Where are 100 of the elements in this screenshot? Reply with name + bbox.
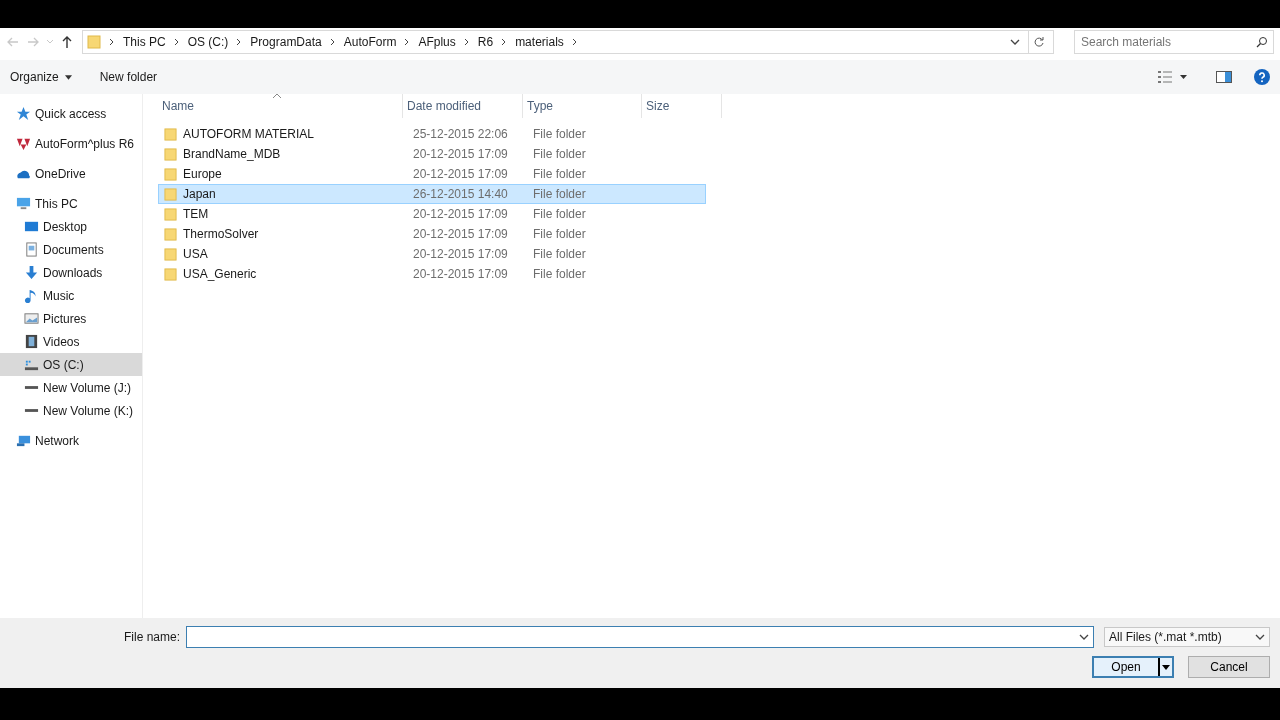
sidebar-item[interactable]: New Volume (K:) <box>0 399 142 422</box>
drive-icon <box>24 385 39 390</box>
file-type: File folder <box>533 207 586 221</box>
file-row[interactable]: ThermoSolver 20-12-2015 17:09 File folder <box>158 224 706 244</box>
file-name: AUTOFORM MATERIAL <box>183 127 314 141</box>
new-folder-button[interactable]: New folder <box>99 70 158 84</box>
file-type: File folder <box>533 147 586 161</box>
file-type: File folder <box>533 187 586 201</box>
file-name: USA_Generic <box>183 267 257 281</box>
breadcrumb[interactable]: OS (C:) <box>187 35 229 49</box>
file-row[interactable]: USA 20-12-2015 17:09 File folder <box>158 244 706 264</box>
sidebar-item[interactable]: Desktop <box>0 215 142 238</box>
help-icon[interactable] <box>1254 69 1270 85</box>
sidebar-item[interactable]: OneDrive <box>0 162 142 185</box>
sidebar-item[interactable]: This PC <box>0 192 142 215</box>
file-row[interactable]: USA_Generic 20-12-2015 17:09 File folder <box>158 264 706 284</box>
pc-icon <box>16 196 31 211</box>
file-name: BrandName_MDB <box>183 147 281 161</box>
dropdown-caret-icon[interactable] <box>1079 633 1089 641</box>
sidebar-item[interactable]: New Volume (J:) <box>0 376 142 399</box>
folder-icon <box>164 247 177 261</box>
dropdown-caret-icon[interactable] <box>1010 38 1020 46</box>
caret-icon <box>64 74 72 80</box>
column-header[interactable]: Date modified <box>403 94 523 118</box>
column-header[interactable]: Name <box>158 94 403 118</box>
sidebar-item[interactable]: Network <box>0 429 142 452</box>
date-modified: 20-12-2015 17:09 <box>413 267 508 281</box>
folder-icon <box>87 35 101 49</box>
sidebar-item[interactable]: Pictures <box>0 307 142 330</box>
file-row[interactable]: TEM 20-12-2015 17:09 File folder <box>158 204 706 224</box>
address-bar[interactable]: This PC OS (C:) ProgramData AutoForm AFplus R6 materials <box>82 30 1054 54</box>
organize-menu[interactable]: Organize <box>10 70 72 84</box>
file-name: Europe <box>183 167 222 181</box>
sidebar-item[interactable]: AutoForm^plus R6 <box>0 132 142 155</box>
sidebar-item[interactable]: Documents <box>0 238 142 261</box>
chevron-icon[interactable] <box>329 38 336 46</box>
file-name-field[interactable] <box>186 626 1094 648</box>
file-row[interactable]: Japan 26-12-2015 14:40 File folder <box>158 184 706 204</box>
file-type: File folder <box>533 247 586 261</box>
pictures-icon <box>24 311 39 326</box>
up-icon[interactable] <box>60 35 74 49</box>
search-field[interactable]: Search materials <box>1074 30 1274 54</box>
chevron-icon[interactable] <box>236 38 243 46</box>
file-type: File folder <box>533 267 586 281</box>
folder-icon <box>164 227 177 241</box>
file-name: Japan <box>183 187 216 201</box>
date-modified: 26-12-2015 14:40 <box>413 187 508 201</box>
sidebar-item[interactable]: Quick access <box>0 102 142 125</box>
sidebar-item[interactable]: Downloads <box>0 261 142 284</box>
file-name: ThermoSolver <box>183 227 259 241</box>
folder-icon <box>164 267 177 281</box>
file-name: USA <box>183 247 208 261</box>
sidebar-item[interactable]: Videos <box>0 330 142 353</box>
star-icon <box>16 106 31 121</box>
drive-icon <box>24 408 39 413</box>
cancel-button[interactable]: Cancel <box>1188 656 1270 678</box>
chevron-icon[interactable] <box>571 38 578 46</box>
date-modified: 20-12-2015 17:09 <box>413 167 508 181</box>
sidebar-item[interactable]: OS (C:) <box>0 353 142 376</box>
breadcrumb[interactable]: ProgramData <box>250 35 322 49</box>
folder-icon <box>164 167 177 181</box>
file-name-label: File name: <box>123 630 180 644</box>
chevron-icon[interactable] <box>404 38 411 46</box>
file-row[interactable]: AUTOFORM MATERIAL 25-12-2015 22:06 File folder <box>158 124 706 144</box>
chevron-icon[interactable] <box>173 38 180 46</box>
breadcrumb[interactable]: R6 <box>477 35 494 49</box>
file-type-dropdown[interactable]: All Files (*.mat *.mtb) <box>1104 627 1270 647</box>
logo-icon <box>16 136 31 151</box>
network-icon <box>16 433 31 448</box>
breadcrumb[interactable]: AutoForm <box>343 35 397 49</box>
file-row[interactable]: BrandName_MDB 20-12-2015 17:09 File folder <box>158 144 706 164</box>
date-modified: 20-12-2015 17:09 <box>413 147 508 161</box>
date-modified: 20-12-2015 17:09 <box>413 207 508 221</box>
search-icon <box>1256 36 1268 48</box>
refresh-icon <box>1033 36 1045 48</box>
chevron-icon[interactable] <box>463 38 470 46</box>
column-header[interactable]: Size <box>642 94 722 118</box>
chevron-icon[interactable] <box>109 38 115 46</box>
file-name: TEM <box>183 207 209 221</box>
open-button[interactable]: Open <box>1092 656 1174 678</box>
file-row[interactable]: Europe 20-12-2015 17:09 File folder <box>158 164 706 184</box>
date-modified: 20-12-2015 17:09 <box>413 227 508 241</box>
file-type: File folder <box>533 167 586 181</box>
preview-pane-icon[interactable] <box>1216 71 1232 83</box>
caret-icon <box>1162 664 1170 670</box>
breadcrumb[interactable]: This PC <box>123 35 166 49</box>
sidebar-item[interactable]: Music <box>0 284 142 307</box>
breadcrumb[interactable]: materials <box>515 35 564 49</box>
video-icon <box>24 334 39 349</box>
date-modified: 20-12-2015 17:09 <box>413 247 508 261</box>
folder-icon <box>164 147 177 161</box>
column-header[interactable]: Type <box>523 94 642 118</box>
chevron-icon[interactable] <box>501 38 508 46</box>
view-options-icon[interactable] <box>1158 71 1188 83</box>
date-modified: 25-12-2015 22:06 <box>413 127 508 141</box>
breadcrumb[interactable]: AFplus <box>418 35 456 49</box>
file-type: File folder <box>533 227 586 241</box>
download-icon <box>24 265 39 280</box>
folder-icon <box>164 207 177 221</box>
file-type: File folder <box>533 127 586 141</box>
